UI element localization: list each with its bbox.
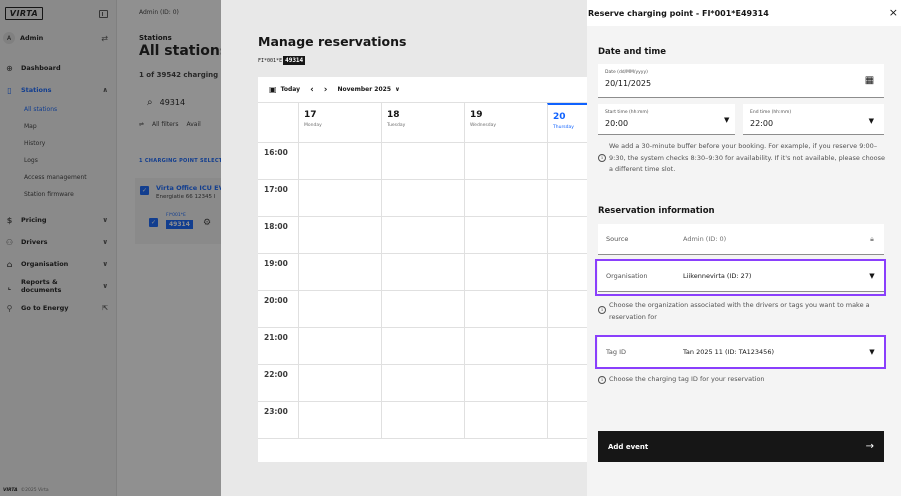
- next-week-icon[interactable]: ›: [324, 85, 328, 95]
- lock-icon: 🔒︎: [870, 234, 874, 243]
- reserve-panel: Reserve charging point - FI*001*E49314 ×…: [587, 0, 901, 496]
- dropdown-arrow-icon[interactable]: ▼: [724, 116, 729, 124]
- prev-week-icon[interactable]: ‹: [310, 85, 314, 95]
- calendar-header: 17 Monday 18 Tuesday 19 Wednesday 20 Thu…: [258, 103, 587, 143]
- calendar-slot[interactable]: [464, 291, 547, 327]
- hour-label: 17:00: [264, 185, 288, 194]
- organisation-highlight: [595, 259, 886, 296]
- calendar-slot[interactable]: [464, 217, 547, 253]
- hour-label: 16:00: [264, 148, 288, 157]
- calendar-slot[interactable]: [464, 328, 547, 364]
- calendar-icon: ▣: [269, 85, 277, 94]
- calendar-slot[interactable]: [464, 143, 547, 179]
- buffer-note: We add a 30-minute buffer before your bo…: [609, 142, 886, 173]
- calendar-slot[interactable]: [464, 254, 547, 290]
- calendar-slot[interactable]: [381, 217, 464, 253]
- calendar-slot[interactable]: [381, 143, 464, 179]
- calendar-hour-row: 18:00: [258, 217, 587, 254]
- panel-header: Reserve charging point - FI*001*E49314: [587, 0, 901, 26]
- calendar-hour-row: 21:00: [258, 328, 587, 365]
- hour-label: 20:00: [264, 296, 288, 305]
- add-event-button[interactable]: Add event →: [598, 431, 884, 462]
- day-thursday[interactable]: 20 Thursday: [547, 103, 587, 142]
- tag-id-highlight: [595, 335, 886, 369]
- calendar-hour-row: 20:00: [258, 291, 587, 328]
- calendar: ▣ Today ‹ › November 2025 ∨ 17 Monday 18…: [258, 77, 587, 462]
- calendar-hour-row: 16:00: [258, 143, 587, 180]
- day-wednesday[interactable]: 19 Wednesday: [464, 103, 547, 142]
- close-icon[interactable]: ×: [889, 6, 898, 19]
- calendar-slot[interactable]: [464, 365, 547, 401]
- start-time-field[interactable]: Start time (hh:mm) 20:00: [598, 104, 735, 135]
- info-icon: i: [598, 306, 606, 314]
- dropdown-arrow-icon: ▼: [868, 117, 874, 125]
- calendar-icon: ▦: [864, 75, 875, 86]
- calendar-slot[interactable]: [547, 217, 587, 253]
- day-tuesday[interactable]: 18 Tuesday: [381, 103, 464, 142]
- today-button[interactable]: ▣ Today: [269, 85, 300, 94]
- calendar-slot[interactable]: [381, 365, 464, 401]
- chevron-down-icon: ∨: [395, 86, 400, 93]
- manage-reservations-modal: Manage reservations FI*001*E 49314 ▣ Tod…: [221, 0, 587, 496]
- calendar-slot[interactable]: [381, 328, 464, 364]
- reservations-point-id: FI*001*E 49314: [258, 56, 306, 65]
- day-monday[interactable]: 17 Monday: [298, 103, 381, 142]
- date-field[interactable]: Date (dd/MM/yyyy) 20/11/2025: [598, 64, 855, 98]
- end-time-field[interactable]: End time (hh:mm) 22:00 ▼: [743, 104, 884, 135]
- month-selector[interactable]: November 2025 ∨: [338, 86, 400, 93]
- calendar-hour-row: 22:00: [258, 365, 587, 402]
- calendar-slot[interactable]: [547, 291, 587, 327]
- hour-label: 19:00: [264, 259, 288, 268]
- tag-id-help: Choose the charging tag ID for your rese…: [609, 375, 765, 383]
- info-icon: i: [598, 154, 606, 162]
- calendar-grid: 16:00 17:00 18:00 19:00 20:00 21:00 22:00 23:00: [258, 143, 587, 439]
- calendar-hour-row: 23:00: [258, 402, 587, 439]
- calendar-slot[interactable]: [298, 143, 381, 179]
- date-time-heading: Date and time: [598, 47, 667, 57]
- reservation-info-heading: Reservation information: [598, 206, 715, 216]
- calendar-slot[interactable]: [298, 217, 381, 253]
- source-field: Source Admin (ID: 0) 🔒︎: [598, 224, 884, 255]
- calendar-slot[interactable]: [381, 402, 464, 438]
- calendar-slot[interactable]: [547, 143, 587, 179]
- calendar-slot[interactable]: [547, 328, 587, 364]
- calendar-slot[interactable]: [298, 180, 381, 216]
- calendar-slot[interactable]: [547, 365, 587, 401]
- hour-label: 23:00: [264, 407, 288, 416]
- calendar-slot[interactable]: [547, 180, 587, 216]
- info-icon: i: [598, 376, 606, 384]
- calendar-slot[interactable]: [381, 291, 464, 327]
- calendar-slot[interactable]: [298, 328, 381, 364]
- calendar-slot[interactable]: [298, 254, 381, 290]
- panel-title: Reserve charging point - FI*001*E49314: [588, 8, 769, 18]
- calendar-slot[interactable]: [547, 402, 587, 438]
- hour-label: 22:00: [264, 370, 288, 379]
- calendar-hour-row: 19:00: [258, 254, 587, 291]
- date-picker-button[interactable]: ▦: [855, 64, 884, 98]
- calendar-slot[interactable]: [547, 254, 587, 290]
- calendar-slot[interactable]: [464, 180, 547, 216]
- calendar-slot[interactable]: [298, 365, 381, 401]
- calendar-slot[interactable]: [298, 291, 381, 327]
- calendar-slot[interactable]: [464, 402, 547, 438]
- reservations-title: Manage reservations: [258, 34, 407, 49]
- calendar-hour-row: 17:00: [258, 180, 587, 217]
- hour-label: 18:00: [264, 222, 288, 231]
- calendar-slot[interactable]: [298, 402, 381, 438]
- organisation-help: Choose the organization associated with …: [609, 301, 870, 321]
- calendar-toolbar: ▣ Today ‹ › November 2025 ∨: [258, 77, 587, 103]
- arrow-right-icon: →: [865, 441, 874, 452]
- calendar-slot[interactable]: [381, 254, 464, 290]
- hour-label: 21:00: [264, 333, 288, 342]
- calendar-slot[interactable]: [381, 180, 464, 216]
